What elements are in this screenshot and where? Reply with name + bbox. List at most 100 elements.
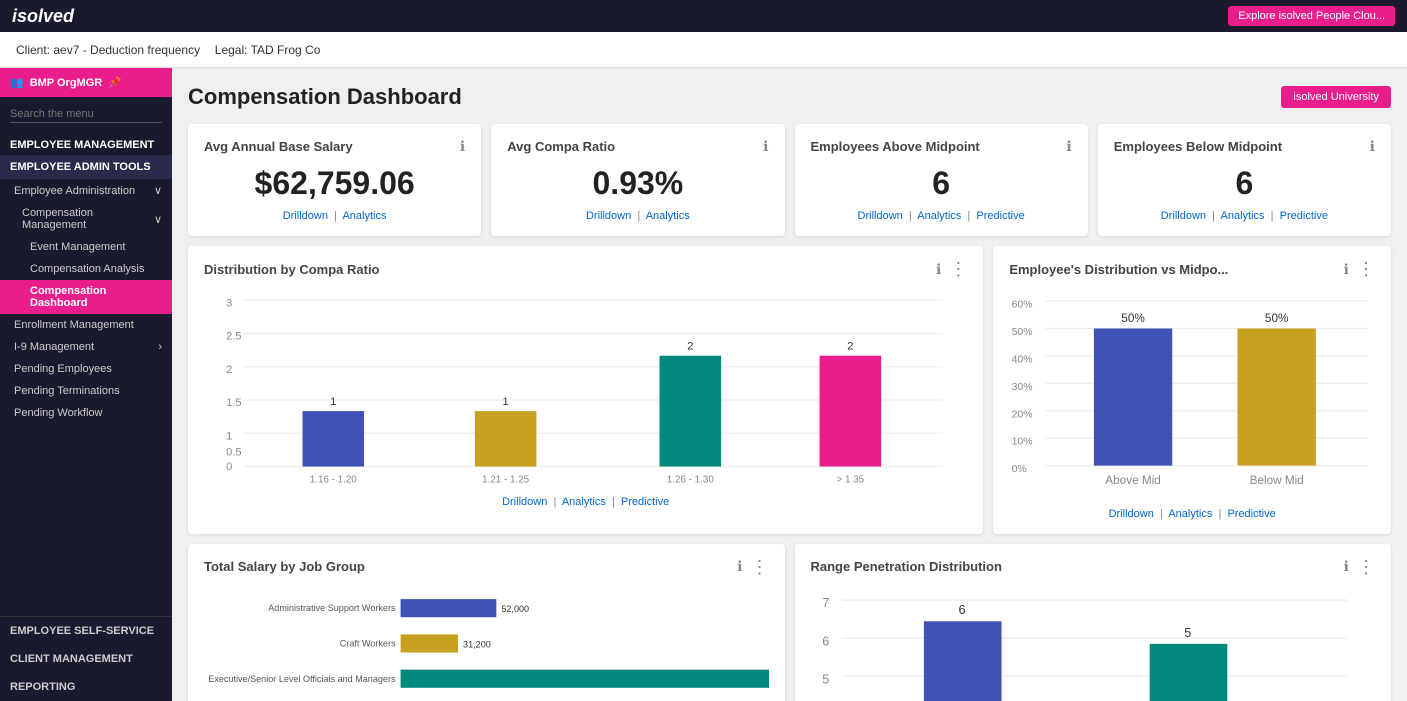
chart-salary-title: Total Salary by Job Group <box>204 559 365 574</box>
svg-text:31,200: 31,200 <box>463 639 491 649</box>
dots-menu-compa[interactable]: ⋮ <box>949 260 967 278</box>
chart-salary-header: Total Salary by Job Group ℹ ⋮ <box>204 558 769 576</box>
sidebar-item-comp-analysis[interactable]: Compensation Analysis <box>0 258 172 280</box>
predictive-link-midpoint[interactable]: Predictive <box>1227 508 1275 520</box>
info-icon-range[interactable]: ℹ <box>1344 558 1349 575</box>
dots-menu-salary[interactable]: ⋮ <box>751 558 769 576</box>
chart-salary-job-group: Total Salary by Job Group ℹ ⋮ Administra… <box>188 544 785 701</box>
svg-text:60%: 60% <box>1012 300 1033 311</box>
sidebar-item-event-mgmt[interactable]: Event Management <box>0 236 172 258</box>
analytics-link-3[interactable]: Analytics <box>917 210 961 222</box>
bar-admin-support <box>401 599 497 617</box>
sidebar-item-client-mgmt[interactable]: CLIENT MANAGEMENT <box>0 645 172 673</box>
drilldown-link-midpoint[interactable]: Drilldown <box>1109 508 1154 520</box>
svg-text:50%: 50% <box>1122 312 1146 325</box>
sidebar-item-pending-workflow[interactable]: Pending Workflow <box>0 402 172 424</box>
sidebar-item-employee-admin[interactable]: Employee Administration ∨ <box>0 179 172 202</box>
chart-range-actions: ℹ ⋮ <box>1344 558 1375 576</box>
app-body: 👥 BMP OrgMGR 📌 EMPLOYEE MANAGEMENT EMPLO… <box>0 68 1407 701</box>
sidebar-item-employee-self-service[interactable]: EMPLOYEE SELF-SERVICE <box>0 617 172 645</box>
org-mgr-section[interactable]: 👥 BMP OrgMGR 📌 <box>0 68 172 97</box>
svg-text:Executive/Senior Level Officia: Executive/Senior Level Officials and Man… <box>208 674 396 684</box>
sub-header: Client: aev7 - Deduction frequency Legal… <box>0 32 1407 68</box>
stat-card-header-1: Avg Annual Base Salary ℹ <box>204 138 465 155</box>
range-penetration-chart: 7 6 5 6 5 <box>811 586 1376 701</box>
svg-text:0%: 0% <box>1012 464 1027 475</box>
info-icon-midpoint[interactable]: ℹ <box>1344 261 1349 278</box>
svg-text:Above Mid: Above Mid <box>1106 474 1162 487</box>
dots-menu-range[interactable]: ⋮ <box>1357 558 1375 576</box>
drilldown-link-1[interactable]: Drilldown <box>283 210 328 222</box>
sidebar-bottom: EMPLOYEE SELF-SERVICE CLIENT MANAGEMENT … <box>0 616 172 701</box>
predictive-link-compa[interactable]: Predictive <box>621 496 669 508</box>
svg-text:5: 5 <box>1184 626 1191 640</box>
chart-compa-header: Distribution by Compa Ratio ℹ ⋮ <box>204 260 967 278</box>
main-content: Compensation Dashboard isolved Universit… <box>172 68 1407 701</box>
info-icon-2[interactable]: ℹ <box>763 138 768 155</box>
info-icon-salary[interactable]: ℹ <box>737 558 742 575</box>
drilldown-link-2[interactable]: Drilldown <box>586 210 631 222</box>
explore-cta-button[interactable]: Explore isolved People Clou... <box>1228 6 1395 26</box>
sidebar-item-pending-employees[interactable]: Pending Employees <box>0 358 172 380</box>
separator <box>204 43 211 57</box>
svg-text:2: 2 <box>226 364 232 376</box>
predictive-link-3[interactable]: Predictive <box>976 210 1024 222</box>
university-button[interactable]: isolved University <box>1281 86 1391 108</box>
chart-salary-actions: ℹ ⋮ <box>737 558 768 576</box>
bar-above-mid <box>1094 328 1172 465</box>
bar-gt-1-35 <box>820 356 882 467</box>
svg-text:2: 2 <box>847 341 853 353</box>
stat-card-value-1: $62,759.06 <box>204 165 465 202</box>
sidebar-item-comp-dashboard[interactable]: Compensation Dashboard <box>0 280 172 314</box>
sidebar-item-i9-mgmt[interactable]: I-9 Management › <box>0 336 172 358</box>
info-icon-compa[interactable]: ℹ <box>936 261 941 278</box>
sidebar: 👥 BMP OrgMGR 📌 EMPLOYEE MANAGEMENT EMPLO… <box>0 68 172 701</box>
dots-menu-midpoint[interactable]: ⋮ <box>1357 260 1375 278</box>
info-icon-1[interactable]: ℹ <box>460 138 465 155</box>
chart-midpoint-links: Drilldown | Analytics | Predictive <box>1009 508 1375 520</box>
analytics-link-4[interactable]: Analytics <box>1221 210 1265 222</box>
svg-text:30%: 30% <box>1012 382 1033 393</box>
stat-card-title-4: Employees Below Midpoint <box>1114 139 1282 154</box>
drilldown-link-4[interactable]: Drilldown <box>1161 210 1206 222</box>
analytics-link-2[interactable]: Analytics <box>646 210 690 222</box>
info-icon-3[interactable]: ℹ <box>1066 138 1071 155</box>
sidebar-item-enrollment-mgmt[interactable]: Enrollment Management <box>0 314 172 336</box>
chart-range-title: Range Penetration Distribution <box>811 559 1002 574</box>
sidebar-item-pending-terminations[interactable]: Pending Terminations <box>0 380 172 402</box>
chart-distribution-compa: Distribution by Compa Ratio ℹ ⋮ 3 2.5 2 … <box>188 246 983 534</box>
analytics-link-1[interactable]: Analytics <box>342 210 386 222</box>
svg-text:7: 7 <box>822 596 829 610</box>
predictive-link-4[interactable]: Predictive <box>1280 210 1328 222</box>
bar-1-21-1-25 <box>475 411 537 466</box>
search-input[interactable] <box>10 106 162 123</box>
stat-card-header-4: Employees Below Midpoint ℹ <box>1114 138 1375 155</box>
sidebar-item-compensation-mgmt[interactable]: Compensation Management ∨ <box>0 202 172 236</box>
bar-1-26-1-30 <box>660 356 722 467</box>
svg-text:1.21 - 1.25: 1.21 - 1.25 <box>482 475 530 485</box>
chart-midpoint-header: Employee's Distribution vs Midpo... ℹ ⋮ <box>1009 260 1375 278</box>
svg-text:1.16 - 1.20: 1.16 - 1.20 <box>310 475 358 485</box>
chart-compa-title: Distribution by Compa Ratio <box>204 262 380 277</box>
svg-text:0.5: 0.5 <box>226 446 241 458</box>
chart-range-penetration: Range Penetration Distribution ℹ ⋮ 7 6 5 <box>795 544 1392 701</box>
analytics-link-compa[interactable]: Analytics <box>562 496 606 508</box>
sidebar-item-reporting[interactable]: REPORTING <box>0 673 172 701</box>
user-group-icon: 👥 <box>10 76 24 89</box>
svg-text:10%: 10% <box>1012 437 1033 448</box>
drilldown-link-3[interactable]: Drilldown <box>858 210 903 222</box>
sidebar-search-container <box>0 97 172 131</box>
stat-card-value-4: 6 <box>1114 165 1375 202</box>
chevron-right-icon: › <box>158 341 162 353</box>
drilldown-link-compa[interactable]: Drilldown <box>502 496 547 508</box>
chart-distribution-midpoint: Employee's Distribution vs Midpo... ℹ ⋮ … <box>993 246 1391 534</box>
midpoint-distribution-chart: 60% 50% 40% 30% 20% 10% 0% <box>1009 288 1375 497</box>
analytics-link-midpoint[interactable]: Analytics <box>1168 508 1212 520</box>
svg-text:1.5: 1.5 <box>226 397 241 409</box>
stat-card-avg-salary: Avg Annual Base Salary ℹ $62,759.06 Dril… <box>188 124 481 236</box>
compa-ratio-chart: 3 2.5 2 1.5 1 0.5 0 <box>204 288 967 485</box>
bar-below-mid <box>1238 328 1316 465</box>
legal-info: Legal: TAD Frog Co <box>215 43 321 57</box>
info-icon-4[interactable]: ℹ <box>1370 138 1375 155</box>
svg-text:1.26 - 1.30: 1.26 - 1.30 <box>667 475 715 485</box>
